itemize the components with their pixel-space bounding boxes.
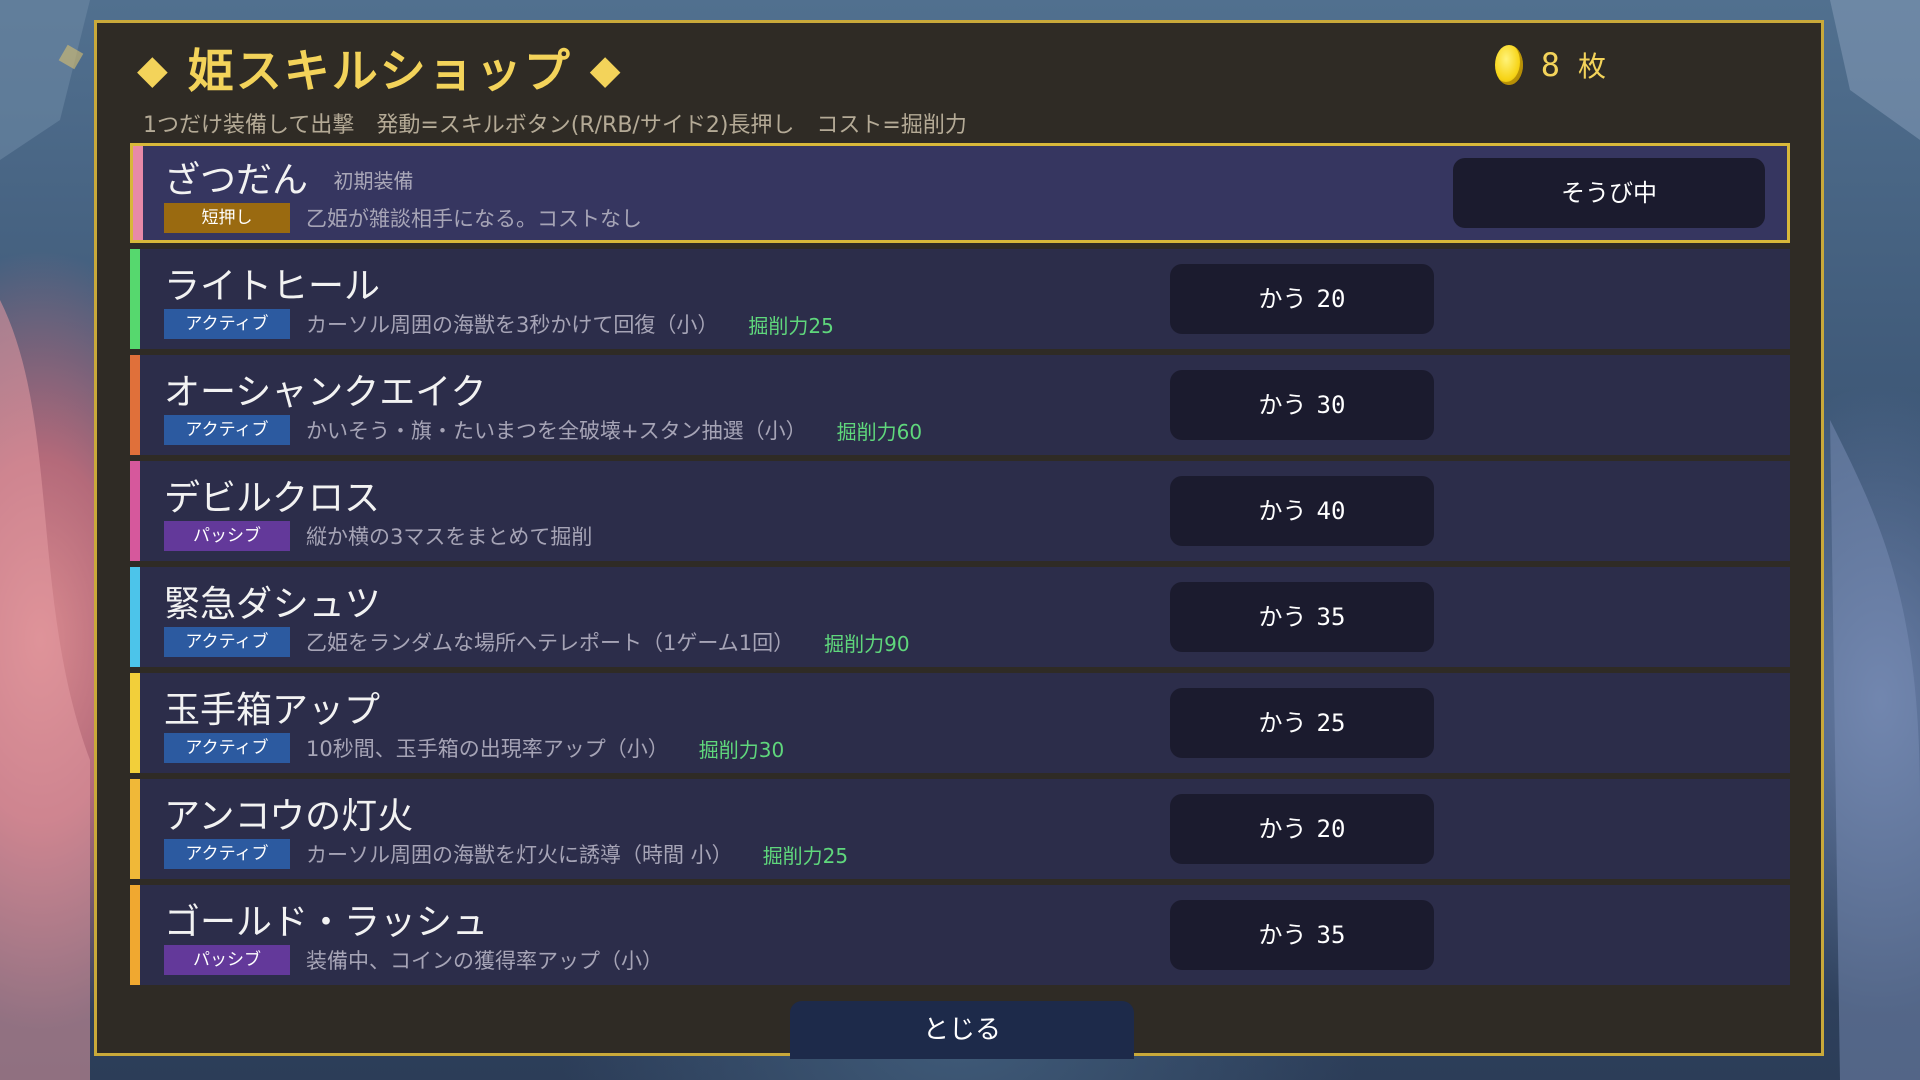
skill-description-line: パッシブ 装備中、コインの獲得率アップ（小） <box>164 945 663 975</box>
skill-color-stripe <box>130 673 140 773</box>
skill-cost: 掘削力90 <box>824 631 910 656</box>
skill-name: 緊急ダシュツ <box>164 584 381 625</box>
skill-description: 乙姫が雑談相手になる。コストなし <box>306 207 642 231</box>
skill-description: 乙姫をランダムな場所へテレポート（1ゲーム1回） <box>306 631 795 655</box>
buy-price: 20 <box>1316 815 1346 843</box>
buy-button[interactable]: かう 30 <box>1170 370 1434 440</box>
skill-type-badge: パッシブ <box>164 945 290 975</box>
skill-cost: 掘削力60 <box>836 419 923 444</box>
skill-type-badge: アクティブ <box>164 627 290 657</box>
skill-description: 縦か横の3マスをまとめて掘削 <box>306 525 593 549</box>
skill-description: 10秒間、玉手箱の出現率アップ（小） <box>306 737 669 761</box>
buy-button[interactable]: かう 35 <box>1170 582 1434 652</box>
skill-name: 玉手箱アップ <box>164 690 381 731</box>
buy-price: 20 <box>1316 285 1346 313</box>
skill-color-stripe <box>133 146 143 240</box>
skill-cost: 掘削力30 <box>698 737 785 762</box>
skill-row-ocean-quake[interactable]: オーシャンクエイク アクティブ かいそう・旗・たいまつを全破壊+スタン抽選（小）… <box>130 355 1790 455</box>
buy-button-label: かう <box>1258 497 1307 525</box>
equipped-button[interactable]: そうび中 <box>1453 158 1765 228</box>
coin-count: 8 <box>1540 46 1560 84</box>
skill-description: 装備中、コインの獲得率アップ（小） <box>306 949 663 973</box>
skill-name-text: ざつだん <box>164 160 309 201</box>
skill-list: ざつだん 初期装備 短押し 乙姫が雑談相手になる。コストなし そうび中 ライトヒ… <box>130 143 1790 991</box>
shop-title: ◆ 姫スキルショップ ◆ <box>137 35 623 101</box>
skill-type-badge: アクティブ <box>164 415 290 445</box>
skill-description-line: アクティブ 10秒間、玉手箱の出現率アップ（小） 掘削力30 <box>164 733 784 763</box>
coin-unit: 枚 <box>1577 50 1606 83</box>
buy-button-label: かう <box>1258 921 1307 949</box>
buy-button-label: かう <box>1258 709 1307 737</box>
buy-button[interactable]: かう 40 <box>1170 476 1434 546</box>
skill-description-line: パッシブ 縦か横の3マスをまとめて掘削 <box>164 521 592 551</box>
buy-price: 35 <box>1316 603 1346 631</box>
skill-row-devil-cross[interactable]: デビルクロス パッシブ 縦か横の3マスをまとめて掘削 かう 40 <box>130 461 1790 561</box>
skill-description-line: アクティブ カーソル周囲の海獣を灯火に誘導（時間 小） 掘削力25 <box>164 839 848 869</box>
coin-counter: 8 枚 <box>1494 45 1606 85</box>
skill-type-badge: アクティブ <box>164 309 290 339</box>
skill-description: かいそう・旗・たいまつを全破壊+スタン抽選（小） <box>306 419 807 443</box>
skill-description-line: アクティブ カーソル周囲の海獣を3秒かけて回復（小） 掘削力25 <box>164 309 834 339</box>
skill-name: オーシャンクエイク <box>164 372 487 413</box>
shop-title-text: 姫スキルショップ <box>187 44 572 98</box>
skill-name: ゴールド・ラッシュ <box>164 902 489 943</box>
skill-color-stripe <box>130 885 140 985</box>
skill-row-emergency-escape[interactable]: 緊急ダシュツ アクティブ 乙姫をランダムな場所へテレポート（1ゲーム1回） 掘削… <box>130 567 1790 667</box>
skill-type-badge: パッシブ <box>164 521 290 551</box>
shop-instructions: 1つだけ装備して出撃 発動=スキルボタン(R/RB/サイド2)長押し コスト=掘… <box>143 113 967 138</box>
buy-button[interactable]: かう 25 <box>1170 688 1434 758</box>
skill-cost: 掘削力25 <box>762 843 849 868</box>
buy-price: 35 <box>1316 921 1346 949</box>
skill-color-stripe <box>130 567 140 667</box>
skill-description-line: 短押し 乙姫が雑談相手になる。コストなし <box>164 203 642 233</box>
skill-color-stripe <box>130 249 140 349</box>
buy-price: 40 <box>1316 497 1346 525</box>
skill-color-stripe <box>130 355 140 455</box>
skill-row-light-heal[interactable]: ライトヒール アクティブ カーソル周囲の海獣を3秒かけて回復（小） 掘削力25 … <box>130 249 1790 349</box>
skill-cost: 掘削力25 <box>748 313 834 338</box>
skill-type-badge: 短押し <box>164 203 290 233</box>
skill-description: カーソル周囲の海獣を灯火に誘導（時間 小） <box>306 843 733 867</box>
buy-button-label: かう <box>1258 603 1307 631</box>
buy-button[interactable]: かう 20 <box>1170 264 1434 334</box>
skill-type-badge: アクティブ <box>164 839 290 869</box>
skill-color-stripe <box>130 779 140 879</box>
buy-button-label: かう <box>1258 285 1307 313</box>
skill-description-line: アクティブ かいそう・旗・たいまつを全破壊+スタン抽選（小） 掘削力60 <box>164 415 922 445</box>
buy-button[interactable]: かう 20 <box>1170 794 1434 864</box>
skill-shop-panel: ◆ 姫スキルショップ ◆ 8 枚 1つだけ装備して出撃 発動=スキルボタン(R/… <box>94 20 1824 1059</box>
initial-equipment-tag: 初期装備 <box>333 169 414 193</box>
skill-row-treasure-box-up[interactable]: 玉手箱アップ アクティブ 10秒間、玉手箱の出現率アップ（小） 掘削力30 かう… <box>130 673 1790 773</box>
buy-price: 30 <box>1316 391 1346 419</box>
diamond-left-icon: ◆ <box>137 47 170 93</box>
skill-name: ライトヒール <box>164 266 381 307</box>
buy-button-label: かう <box>1258 391 1307 419</box>
buy-button[interactable]: かう 35 <box>1170 900 1434 970</box>
skill-row-anglerfish-light[interactable]: アンコウの灯火 アクティブ カーソル周囲の海獣を灯火に誘導（時間 小） 掘削力2… <box>130 779 1790 879</box>
coin-icon <box>1494 45 1523 85</box>
skill-name: デビルクロス <box>164 478 381 519</box>
skill-row-gold-rush[interactable]: ゴールド・ラッシュ パッシブ 装備中、コインの獲得率アップ（小） かう 35 <box>130 885 1790 985</box>
close-button[interactable]: とじる <box>790 1001 1134 1059</box>
buy-price: 25 <box>1316 709 1346 737</box>
skill-description: カーソル周囲の海獣を3秒かけて回復（小） <box>306 313 719 337</box>
buy-button-label: かう <box>1258 815 1307 843</box>
diamond-right-icon: ◆ <box>589 47 623 93</box>
skill-color-stripe <box>130 461 140 561</box>
skill-name: アンコウの灯火 <box>164 796 414 837</box>
skill-row-zatsudan[interactable]: ざつだん 初期装備 短押し 乙姫が雑談相手になる。コストなし そうび中 <box>130 143 1790 243</box>
skill-description-line: アクティブ 乙姫をランダムな場所へテレポート（1ゲーム1回） 掘削力90 <box>164 627 910 657</box>
skill-type-badge: アクティブ <box>164 733 290 763</box>
skill-name: ざつだん 初期装備 <box>164 151 413 203</box>
